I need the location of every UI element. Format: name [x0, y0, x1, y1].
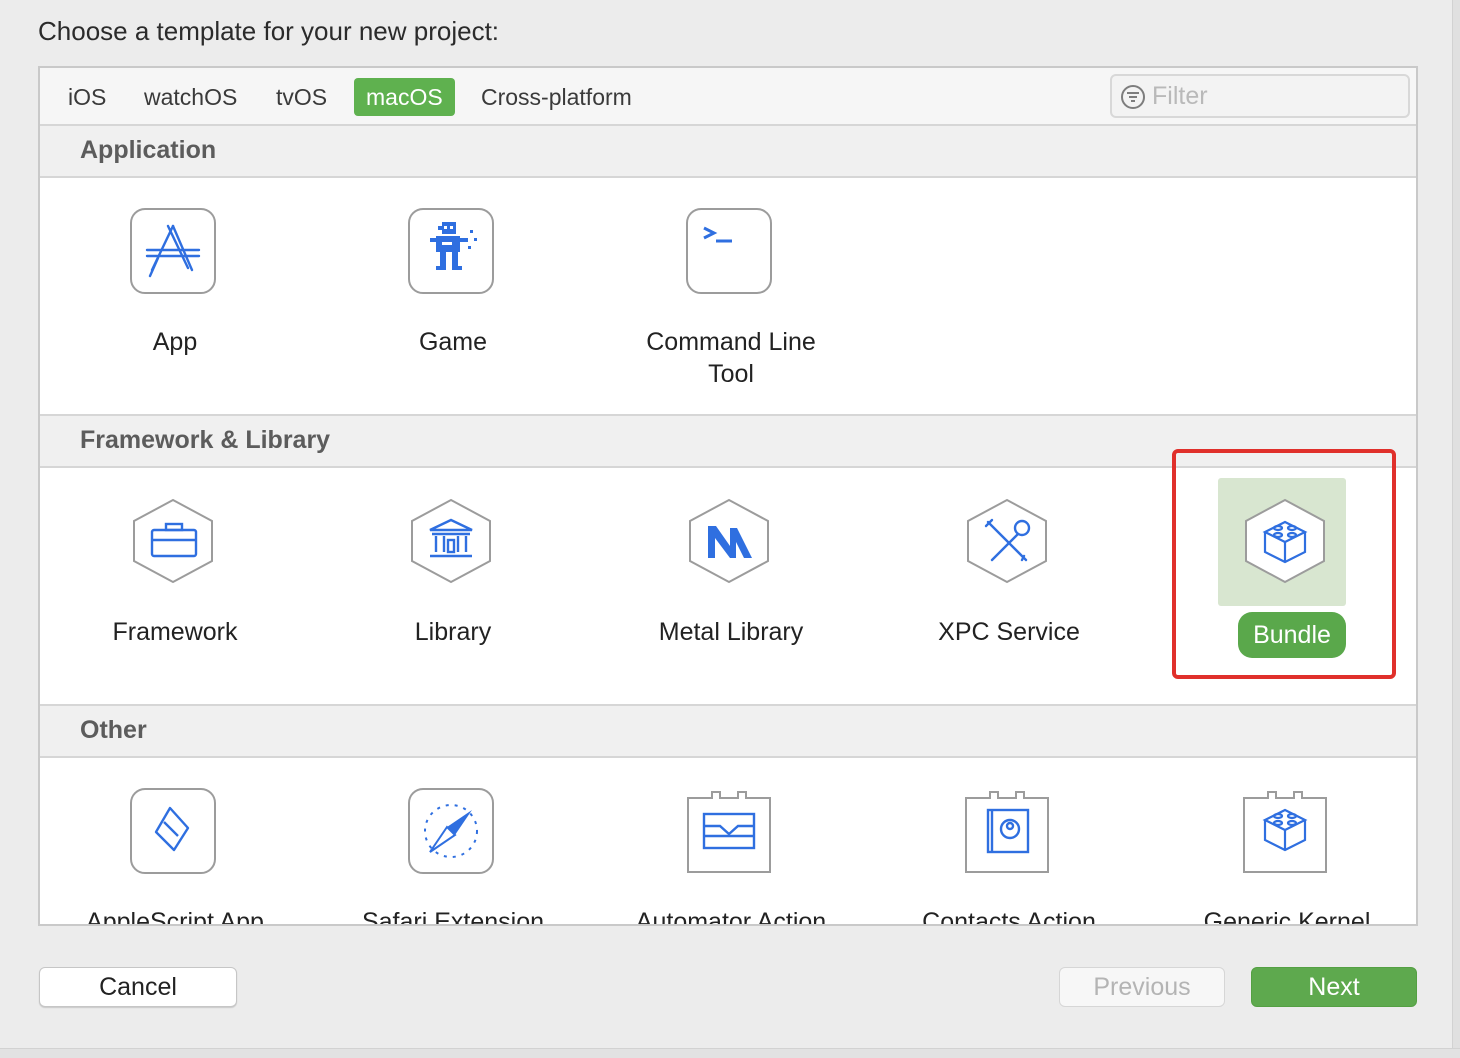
lego-block-icon [1242, 498, 1328, 584]
template-label: Contacts Action [922, 908, 1096, 926]
window-right-edge [1452, 0, 1460, 1058]
template-label: AppleScript App [86, 908, 264, 926]
template-label-line: Command Line [646, 328, 816, 356]
template-label: XPC Service [938, 618, 1080, 646]
metal-icon [686, 498, 772, 584]
tab-macos[interactable]: macOS [354, 78, 455, 116]
filter-icon [1120, 84, 1146, 110]
game-robot-icon [408, 208, 494, 294]
tab-watchos[interactable]: watchOS [132, 78, 249, 116]
template-tile-generic-kernel[interactable]: Generic Kernel [1152, 760, 1416, 926]
template-tile-bundle[interactable]: Bundle [1152, 470, 1416, 700]
template-label: Safari Extension [361, 908, 545, 926]
template-label: Generic Kernel [1203, 908, 1371, 926]
library-building-icon [408, 498, 494, 584]
tab-ios[interactable]: iOS [56, 78, 118, 116]
kernel-extension-icon [1242, 788, 1328, 874]
template-tile-metal-library[interactable]: Metal Library [596, 470, 866, 700]
template-label: Library [414, 618, 492, 646]
template-label: App [152, 328, 198, 356]
toolbox-icon [130, 498, 216, 584]
previous-button[interactable]: Previous [1059, 967, 1225, 1007]
template-label: Automator Action [635, 908, 827, 926]
window-bottom-edge [0, 1048, 1460, 1058]
section-title: Framework & Library [80, 426, 331, 454]
section-header-framework-library: Framework & Library [40, 414, 1416, 468]
template-label: Command Line Tool [596, 326, 866, 390]
dialog-title: Choose a template for your new project: [38, 16, 500, 46]
cancel-button[interactable]: Cancel [39, 967, 237, 1007]
selected-template-label: Bundle [1238, 612, 1346, 658]
next-button[interactable]: Next [1251, 967, 1417, 1007]
section-header-other: Other [40, 704, 1416, 758]
template-tile-xpc-service[interactable]: XPC Service [874, 470, 1144, 700]
template-tile-command-line-tool[interactable]: Command Line Tool [596, 180, 866, 410]
terminal-icon [686, 208, 772, 294]
template-label: Metal Library [658, 618, 804, 646]
app-store-icon [130, 208, 216, 294]
template-tile-safari-extension[interactable]: Safari Extension [318, 760, 588, 926]
wrench-screwdriver-icon [964, 498, 1050, 584]
section-title: Application [80, 136, 217, 164]
safari-compass-icon [408, 788, 494, 874]
contacts-action-icon [964, 788, 1050, 874]
template-label-line: Tool [708, 360, 754, 388]
template-chooser-panel: iOS watchOS tvOS macOS Cross-platform Ap… [38, 66, 1418, 926]
template-tile-framework[interactable]: Framework [40, 470, 310, 700]
tab-cross-platform[interactable]: Cross-platform [469, 78, 644, 116]
filter-input[interactable] [1152, 80, 1402, 112]
section-header-application: Application [40, 124, 1416, 178]
template-tile-game[interactable]: Game [318, 180, 588, 410]
filter-field[interactable] [1110, 74, 1410, 118]
platform-tab-bar: iOS watchOS tvOS macOS Cross-platform [40, 68, 1416, 126]
template-tile-app[interactable]: App [40, 180, 310, 410]
template-label: Framework [112, 618, 238, 646]
section-title: Other [80, 716, 147, 744]
applescript-scroll-icon [130, 788, 216, 874]
template-tile-applescript-app[interactable]: AppleScript App [40, 760, 310, 926]
template-label: Game [418, 328, 488, 356]
tab-tvos[interactable]: tvOS [264, 78, 339, 116]
template-tile-library[interactable]: Library [318, 470, 588, 700]
template-tile-automator-action[interactable]: Automator Action [596, 760, 866, 926]
automator-action-icon [686, 788, 772, 874]
template-tile-contacts-action[interactable]: Contacts Action [874, 760, 1144, 926]
